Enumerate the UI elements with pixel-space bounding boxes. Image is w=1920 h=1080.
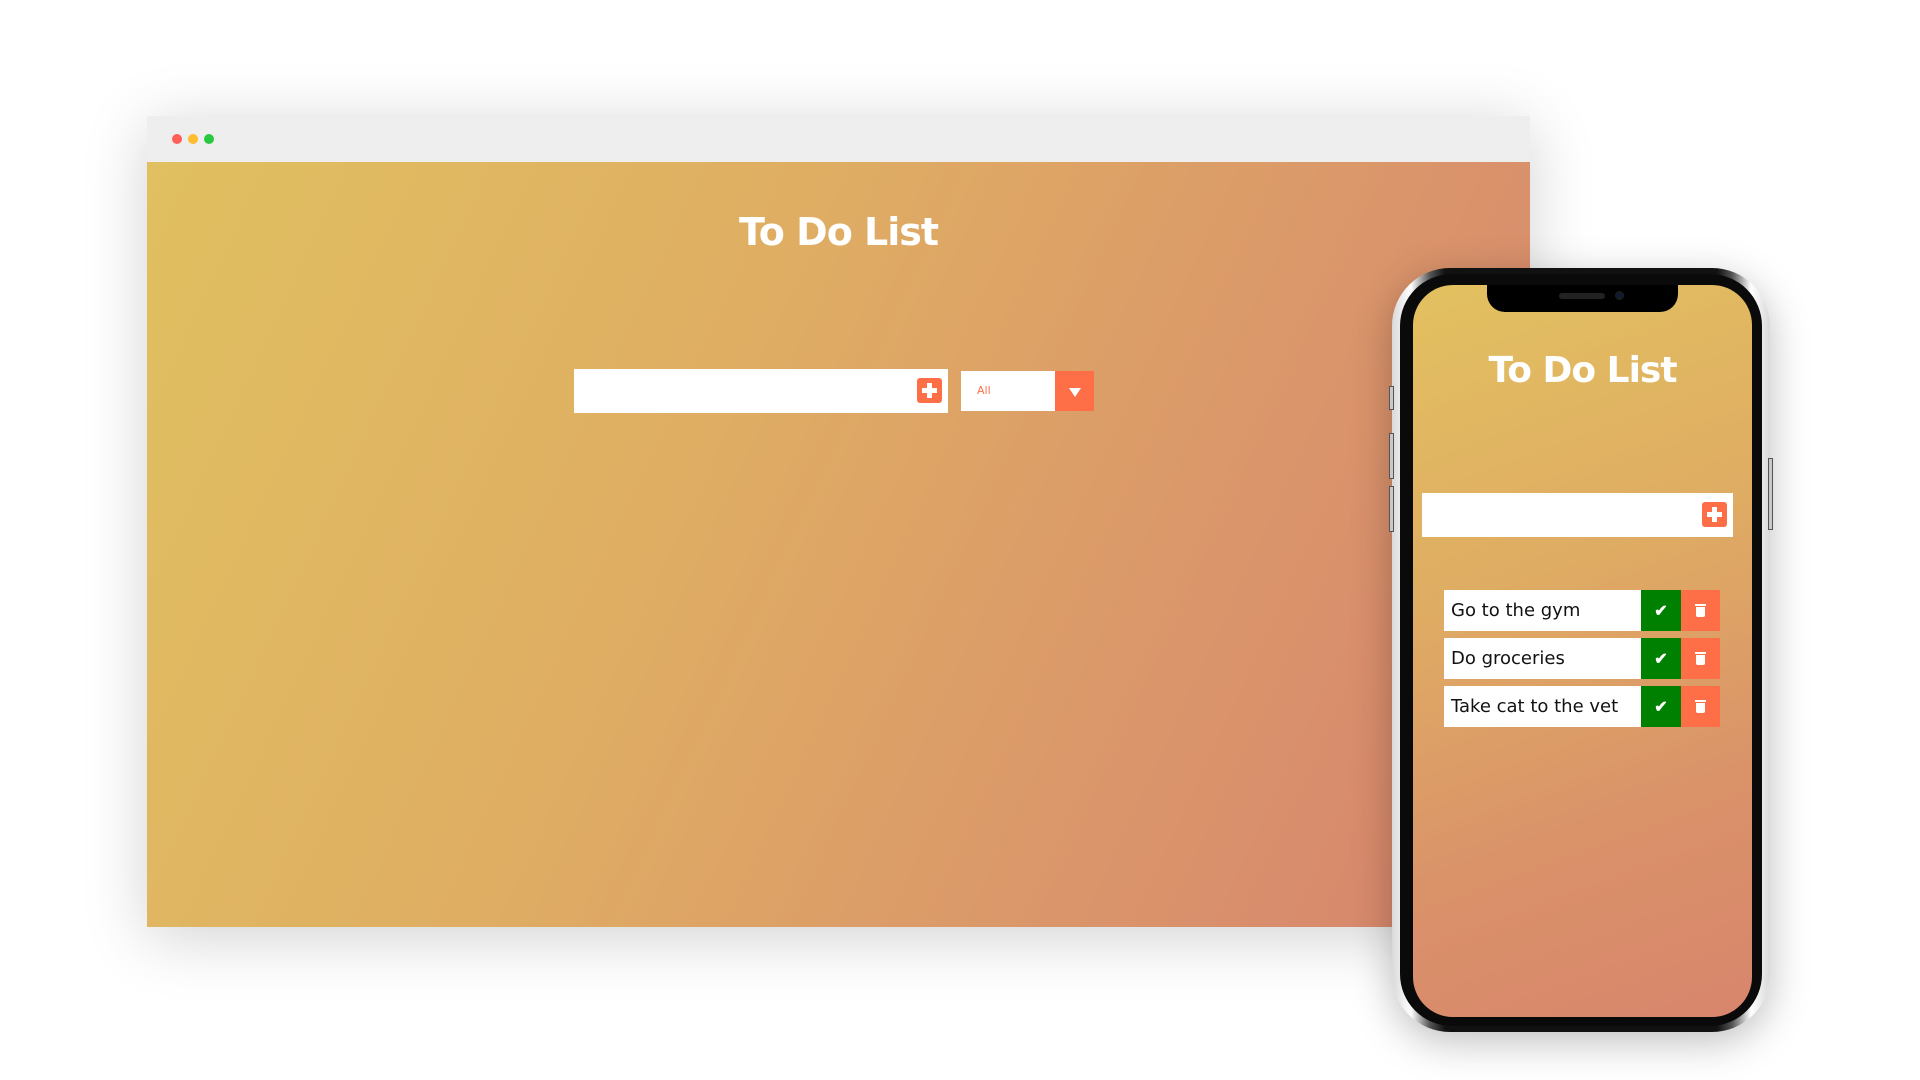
maximize-window-button[interactable] (204, 134, 214, 144)
complete-todo-button[interactable]: ✔ (1641, 638, 1681, 679)
todo-item: Go to the gym ✔ (1444, 590, 1720, 631)
todo-input-container (574, 369, 948, 413)
delete-todo-button[interactable] (1681, 638, 1720, 679)
desktop-browser-window: To Do List All (147, 116, 1530, 927)
delete-todo-button[interactable] (1681, 590, 1720, 631)
mobile-todo-input-container (1422, 493, 1733, 537)
mobile-page-title: To Do List (1488, 350, 1677, 391)
minimize-window-button[interactable] (188, 134, 198, 144)
todo-text: Take cat to the vet (1451, 696, 1619, 717)
mobile-app-screen: To Do List Go to the gym ✔ Do groceries … (1413, 285, 1752, 1017)
mobile-todo-input[interactable] (1422, 493, 1733, 537)
phone-notch (1487, 285, 1678, 312)
camera-icon (1615, 291, 1624, 300)
browser-titlebar (147, 116, 1530, 162)
todo-item: Take cat to the vet ✔ (1444, 686, 1720, 727)
phone-volume-down-button (1389, 486, 1394, 532)
todo-list: Go to the gym ✔ Do groceries ✔ Take cat … (1444, 590, 1720, 734)
page-title: To Do List (738, 210, 939, 254)
caret-down-icon (1069, 388, 1081, 397)
desktop-app-viewport: To Do List All (147, 162, 1530, 927)
filter-selected-value[interactable]: All (961, 371, 1055, 411)
speaker-grille (1559, 293, 1605, 299)
todo-input[interactable] (574, 369, 948, 413)
filter-dropdown[interactable]: All (961, 371, 1094, 411)
check-icon: ✔ (1654, 602, 1668, 620)
phone-mute-switch (1389, 386, 1394, 410)
phone-volume-up-button (1389, 433, 1394, 479)
todo-text: Go to the gym (1451, 600, 1581, 621)
todo-item: Do groceries ✔ (1444, 638, 1720, 679)
todo-text: Do groceries (1451, 648, 1565, 669)
check-icon: ✔ (1654, 650, 1668, 668)
mobile-phone-mockup: To Do List Go to the gym ✔ Do groceries … (1389, 268, 1773, 1032)
delete-todo-button[interactable] (1681, 686, 1720, 727)
add-todo-button[interactable] (917, 378, 942, 403)
mobile-add-todo-button[interactable] (1702, 502, 1727, 527)
complete-todo-button[interactable]: ✔ (1641, 590, 1681, 631)
check-icon: ✔ (1654, 698, 1668, 716)
phone-power-button (1768, 458, 1773, 530)
filter-dropdown-button[interactable] (1055, 371, 1094, 411)
close-window-button[interactable] (172, 134, 182, 144)
complete-todo-button[interactable]: ✔ (1641, 686, 1681, 727)
